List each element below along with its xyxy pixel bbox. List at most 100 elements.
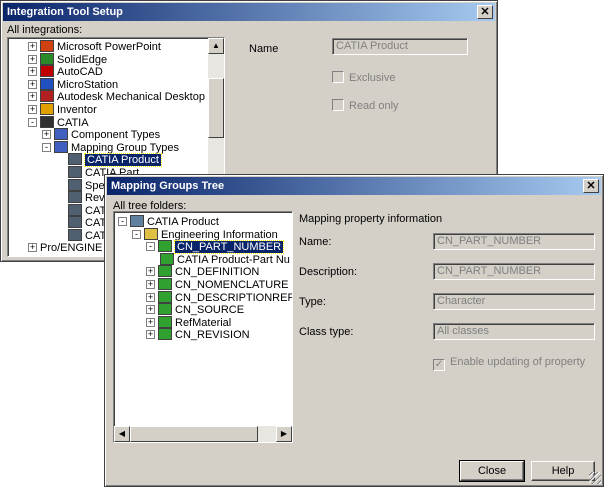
hscroll-thumb[interactable]	[130, 426, 258, 442]
expand-icon[interactable]: +	[146, 305, 155, 315]
mapping-tree-item[interactable]: + CN_DESCRIPTIONREF	[146, 290, 292, 304]
integration-tree-item[interactable]: - Mapping Group Types	[42, 140, 179, 154]
tree-node-icon	[54, 140, 68, 153]
collapse-icon[interactable]: -	[146, 242, 155, 252]
integration-tree-item[interactable]: CATI	[56, 229, 109, 242]
read-only-label: Read only	[349, 100, 399, 112]
prop-type-label: Type:	[299, 296, 326, 308]
scroll-up-button[interactable]: ▲	[208, 38, 224, 54]
resize-grip[interactable]	[589, 472, 601, 484]
expand-icon[interactable]: +	[28, 92, 37, 102]
mapping-tree[interactable]: - CATIA Product - Engineering Information - C…	[113, 211, 293, 443]
product-icon	[130, 215, 144, 227]
read-only-checkbox[interactable]: Read only	[332, 99, 399, 112]
folder-icon	[144, 227, 158, 240]
help-button[interactable]: Help	[531, 461, 595, 481]
expand-icon[interactable]: +	[28, 42, 37, 51]
collapse-icon[interactable]: -	[118, 217, 127, 226]
front-window-titlebar[interactable]: Mapping Groups Tree ✕	[107, 177, 601, 195]
expand-icon[interactable]: +	[146, 267, 155, 277]
mapping-tree-item-label: CATIA Product-Part Nu	[177, 253, 290, 266]
expand-icon[interactable]: +	[146, 330, 155, 340]
integration-tree-item[interactable]: + Autodesk Mechanical Desktop	[28, 90, 205, 103]
mapping-group-icon	[68, 216, 82, 229]
property-icon	[158, 315, 172, 328]
mapping-group-icon	[68, 166, 82, 178]
integration-tree-item-label: MicroStation	[57, 78, 119, 91]
integration-tree-item[interactable]: + Inventor	[28, 103, 97, 116]
expand-icon[interactable]: +	[146, 292, 155, 302]
expand-icon[interactable]: +	[28, 54, 37, 64]
integration-tree-item[interactable]: + Component Types	[42, 128, 160, 141]
solidedge-icon	[40, 52, 54, 65]
prop-name-field[interactable]: CN_PART_NUMBER	[433, 233, 595, 250]
collapse-icon[interactable]: -	[42, 142, 51, 152]
integration-tree-item[interactable]: + AutoCAD	[28, 65, 103, 78]
exclusive-checkbox[interactable]: Exclusive	[332, 71, 395, 84]
back-window-close-button[interactable]: ✕	[477, 5, 493, 19]
close-button[interactable]: Close	[459, 460, 525, 482]
read-only-checkbox-box[interactable]	[332, 99, 344, 111]
integration-tree-item[interactable]: + SolidEdge	[28, 52, 107, 66]
integration-tree-item[interactable]: + MicroStation	[28, 77, 119, 91]
mdt-icon	[40, 90, 54, 103]
integration-tree-item[interactable]: + Microsoft PowerPoint	[28, 40, 161, 53]
integration-tree-item[interactable]: CATI	[56, 216, 109, 229]
scroll-thumb[interactable]	[208, 78, 224, 138]
property-icon	[158, 240, 172, 253]
mapping-tree-hscrollbar[interactable]: ◀ ▶	[114, 426, 292, 442]
prop-class-type-field[interactable]: All classes	[433, 323, 595, 340]
mapping-tree-item[interactable]: + CN_DEFINITION	[146, 265, 259, 278]
property-icon	[158, 278, 172, 290]
front-window-title: Mapping Groups Tree	[111, 180, 225, 192]
all-integrations-label: All integrations:	[7, 24, 83, 36]
name-field[interactable]: CATIA Product	[332, 38, 468, 55]
mapping-tree-item[interactable]: CATIA Product-Part Nu	[160, 252, 290, 266]
mapping-tree-item[interactable]: - Engineering Information	[132, 227, 278, 241]
collapse-icon[interactable]: -	[28, 117, 37, 127]
mapping-group-icon	[68, 153, 82, 166]
back-window-titlebar[interactable]: Integration Tool Setup ✕	[3, 3, 495, 21]
name-label: Name	[249, 43, 279, 55]
collapse-icon[interactable]: -	[132, 229, 141, 239]
ppt-icon	[40, 40, 54, 52]
expand-icon[interactable]: +	[28, 67, 37, 77]
enable-updating-checkbox-box[interactable]: ✓	[433, 359, 445, 371]
prop-name-label: Name:	[299, 236, 332, 248]
prop-description-field[interactable]: CN_PART_NUMBER	[433, 263, 595, 280]
mapping-tree-item[interactable]: - CN_PART_NUMBER	[146, 240, 285, 255]
exclusive-checkbox-box[interactable]	[332, 71, 344, 83]
scroll-right-button[interactable]: ▶	[276, 426, 292, 442]
expand-icon[interactable]: +	[42, 130, 51, 140]
property-icon	[158, 328, 172, 341]
mapping-group-icon	[68, 203, 82, 216]
integration-tree-item-label: Autodesk Mechanical Desktop	[57, 91, 205, 104]
mapping-group-icon	[68, 178, 82, 191]
mapping-tree-item[interactable]: - CATIA Product	[118, 215, 219, 228]
mapping-group-icon	[68, 191, 82, 204]
enable-updating-checkbox[interactable]: ✓ Enable updating of property	[433, 356, 585, 371]
integration-tree-item[interactable]: CATIA Product	[56, 153, 162, 168]
expand-icon[interactable]: +	[28, 242, 37, 252]
expand-icon[interactable]: +	[146, 280, 155, 289]
inventor-icon	[40, 103, 54, 115]
expand-icon[interactable]: +	[28, 105, 37, 114]
microstation-icon	[40, 77, 54, 90]
mapping-tree-item[interactable]: + CN_SOURCE	[146, 303, 244, 316]
mapping-tree-item[interactable]: + CN_NOMENCLATURE	[146, 278, 288, 291]
integration-tree-item[interactable]: Spec	[56, 178, 110, 192]
expand-icon[interactable]: +	[28, 79, 37, 89]
integration-tree-item[interactable]: - CATIA	[28, 115, 89, 129]
scroll-left-button[interactable]: ◀	[114, 426, 130, 442]
prop-type-field[interactable]: Character	[433, 293, 595, 310]
expand-icon[interactable]: +	[146, 317, 155, 327]
property-icon	[158, 265, 172, 278]
front-window-close-button[interactable]: ✕	[583, 179, 599, 193]
integration-tree-item[interactable]: CATI	[56, 203, 109, 217]
integration-tree-item[interactable]: Revi	[56, 191, 107, 204]
mapping-tree-item[interactable]: + RefMaterial	[146, 315, 231, 329]
mapping-tree-item[interactable]: + CN_REVISION	[146, 328, 250, 341]
catia-icon	[40, 115, 54, 128]
property-icon	[158, 290, 172, 303]
integration-tree-item[interactable]: + Pro/ENGINE	[28, 242, 102, 255]
